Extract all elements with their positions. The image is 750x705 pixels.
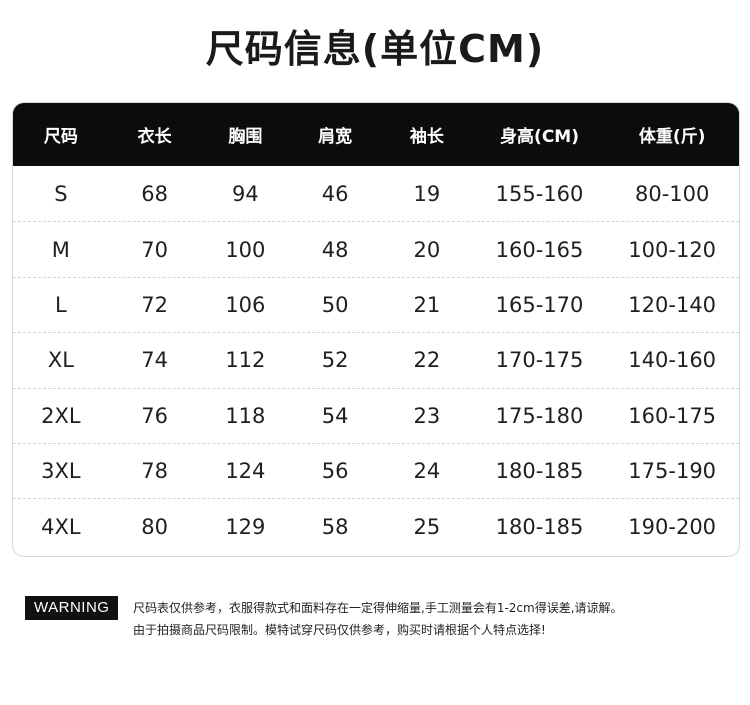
cell-height: 170-175 <box>495 348 584 373</box>
table-row: 3XL 78 124 56 24 180-185 175-190 <box>13 442 739 498</box>
warning-badge: WARNING <box>25 596 119 620</box>
cell-weight: 140-160 <box>628 348 717 373</box>
cell-shoulder: 46 <box>321 181 349 206</box>
cell-size: L <box>55 292 67 317</box>
cell-length: 78 <box>141 459 168 484</box>
cell-shoulder: 48 <box>321 237 349 262</box>
cell-size: 3XL <box>41 459 81 484</box>
cell-weight: 120-140 <box>628 292 717 317</box>
cell-chest: 94 <box>231 181 259 206</box>
cell-shoulder: 50 <box>321 292 349 317</box>
cell-chest: 112 <box>225 348 266 373</box>
header-weight: 体重(斤) <box>638 127 706 147</box>
cell-sleeve: 21 <box>413 292 441 317</box>
cell-size: 2XL <box>41 403 81 428</box>
table-body: S 68 94 46 19 155-160 80-100 M 70 100 48 20 160-165 1… <box>13 166 739 554</box>
page-title: 尺码信息(单位CM) <box>205 27 545 71</box>
cell-length: 68 <box>141 181 168 206</box>
cell-size: XL <box>47 348 74 373</box>
table-row: XL 74 112 52 22 170-175 140-160 <box>13 332 739 387</box>
cell-length: 76 <box>141 403 168 428</box>
cell-height: 180-185 <box>495 514 584 539</box>
cell-height: 180-185 <box>495 459 584 484</box>
cell-height: 155-160 <box>495 181 584 206</box>
cell-shoulder: 52 <box>321 348 349 373</box>
cell-chest: 118 <box>225 403 266 428</box>
cell-height: 160-165 <box>495 237 584 262</box>
cell-length: 80 <box>141 514 168 539</box>
header-shoulder: 肩宽 <box>318 127 353 147</box>
cell-chest: 106 <box>225 292 266 317</box>
cell-length: 72 <box>141 292 168 317</box>
cell-sleeve: 24 <box>413 459 441 484</box>
table-row: 4XL 80 129 58 25 180-185 190-200 <box>13 498 739 553</box>
header-sleeve: 袖长 <box>409 127 444 147</box>
cell-height: 165-170 <box>495 292 584 317</box>
cell-shoulder: 54 <box>321 403 349 428</box>
cell-length: 70 <box>141 237 168 262</box>
table-row: 2XL 76 118 54 23 175-180 160-175 <box>13 387 739 443</box>
header-chest: 胸围 <box>228 127 263 147</box>
cell-shoulder: 56 <box>321 459 349 484</box>
cell-size: M <box>51 237 70 262</box>
size-table: 尺码 衣长 胸围 肩宽 袖长 身高(CM) 体重(斤) S 68 94 46 19 155… <box>12 102 740 557</box>
header-length: 衣长 <box>137 127 172 147</box>
warning-note-line-1: 尺码表仅供参考，衣服得款式和面料存在一定得伸缩量,手工测量会有1-2cm得误差,… <box>133 601 623 615</box>
cell-chest: 100 <box>225 237 266 262</box>
header-height: 身高(CM) <box>500 127 579 147</box>
cell-weight: 100-120 <box>628 237 717 262</box>
warning-note: 尺码表仅供参考，衣服得款式和面料存在一定得伸缩量,手工测量会有1-2cm得误差,… <box>133 597 733 641</box>
warning-note-line-2: 由于拍摄商品尺码限制。模特试穿尺码仅供参考，购买时请根据个人特点选择! <box>133 623 546 637</box>
cell-shoulder: 58 <box>321 514 349 539</box>
cell-size: 4XL <box>41 514 81 539</box>
table-header-row: 尺码 衣长 胸围 肩宽 袖长 身高(CM) 体重(斤) <box>13 103 739 166</box>
cell-weight: 80-100 <box>634 181 710 206</box>
cell-weight: 175-190 <box>628 459 717 484</box>
cell-sleeve: 25 <box>413 514 441 539</box>
table-row: L 72 106 50 21 165-170 120-140 <box>13 276 739 332</box>
table-row: S 68 94 46 19 155-160 80-100 <box>13 166 739 221</box>
cell-chest: 129 <box>225 514 266 539</box>
cell-height: 175-180 <box>495 403 584 428</box>
cell-sleeve: 22 <box>413 348 441 373</box>
cell-weight: 160-175 <box>628 403 717 428</box>
header-size: 尺码 <box>43 127 78 147</box>
table-row: M 70 100 48 20 160-165 100-120 <box>13 221 739 276</box>
cell-sleeve: 19 <box>413 181 441 206</box>
cell-weight: 190-200 <box>628 514 717 539</box>
cell-size: S <box>54 181 68 206</box>
cell-length: 74 <box>141 348 168 373</box>
cell-chest: 124 <box>225 459 266 484</box>
cell-sleeve: 23 <box>413 403 441 428</box>
cell-sleeve: 20 <box>413 237 441 262</box>
